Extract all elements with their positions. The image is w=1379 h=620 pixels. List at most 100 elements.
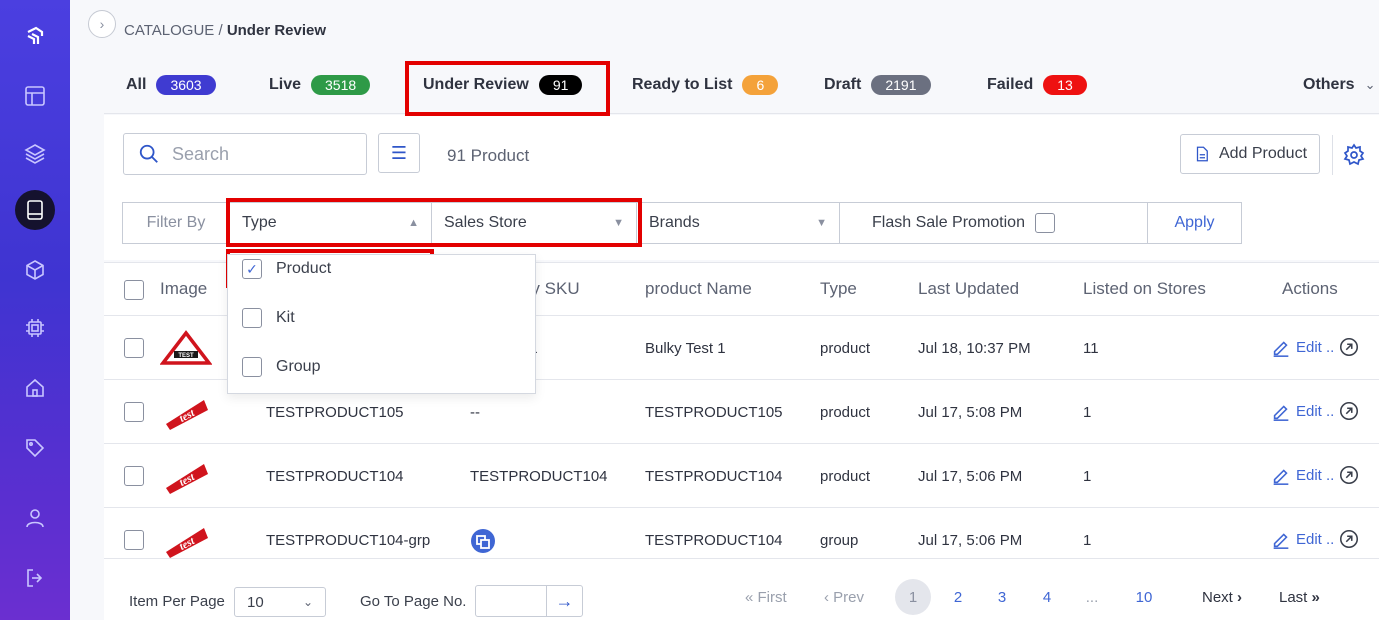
edit-label: Edit .. xyxy=(1296,338,1335,356)
open-external-icon[interactable] xyxy=(1338,464,1360,486)
table-row[interactable]: test TESTPRODUCT104 TESTPRODUCT104 TESTP… xyxy=(104,444,1379,508)
sidebar xyxy=(0,0,70,620)
pencil-icon xyxy=(1273,469,1289,485)
filter-button[interactable]: ☰ xyxy=(378,133,420,173)
first-page-button[interactable]: « First xyxy=(745,589,787,606)
go-to-page-input[interactable]: → xyxy=(475,585,583,617)
items-per-page-label: Item Per Page xyxy=(129,593,225,610)
add-product-button[interactable]: Add Product xyxy=(1180,134,1320,174)
tab-label: Draft xyxy=(824,76,862,93)
apply-button[interactable]: Apply xyxy=(1147,202,1242,244)
product-thumbnail[interactable]: test xyxy=(160,522,212,558)
filter-by-label: Filter By xyxy=(122,202,230,244)
checkbox[interactable] xyxy=(242,308,262,328)
row-checkbox[interactable] xyxy=(124,530,144,550)
page-number[interactable]: 4 xyxy=(1029,579,1065,615)
flash-sale-label: Flash Sale Promotion xyxy=(872,214,1025,231)
logout-icon[interactable] xyxy=(15,558,55,598)
type-dropdown-menu: ✓ Product Kit Group xyxy=(227,254,536,394)
items-per-page-value: 10 xyxy=(247,593,264,611)
last-page-button[interactable]: Last » xyxy=(1279,589,1320,606)
product-thumbnail[interactable]: TEST xyxy=(160,330,212,366)
edit-label: Edit .. xyxy=(1296,530,1335,548)
prev-page-button[interactable]: ‹ Prev xyxy=(824,589,864,606)
tab-under-review[interactable]: Under Review 91 xyxy=(423,72,583,98)
open-external-icon[interactable] xyxy=(1338,528,1360,550)
row-checkbox[interactable] xyxy=(124,466,144,486)
type-option-kit[interactable]: Kit xyxy=(242,308,295,328)
type-option-product[interactable]: ✓ Product xyxy=(242,259,331,279)
open-external-icon[interactable] xyxy=(1338,336,1360,358)
tab-ready-to-list[interactable]: Ready to List 6 xyxy=(632,72,779,98)
user-icon[interactable] xyxy=(15,498,55,538)
search-icon xyxy=(139,144,158,163)
tab-all[interactable]: All 3603 xyxy=(126,72,216,98)
chevron-down-icon: ⌄ xyxy=(1364,77,1376,92)
tab-count-badge: 2191 xyxy=(871,75,931,95)
page-number-active[interactable]: 1 xyxy=(895,579,931,615)
row-checkbox[interactable] xyxy=(124,402,144,422)
flash-sale-checkbox[interactable] xyxy=(1034,213,1055,233)
tab-live[interactable]: Live 3518 xyxy=(269,72,371,98)
breadcrumb-current: Under Review xyxy=(226,22,327,39)
logo-icon[interactable] xyxy=(15,16,55,56)
caret-down-icon: ▼ xyxy=(816,217,827,229)
svg-text:TEST: TEST xyxy=(178,353,194,359)
box-icon[interactable] xyxy=(15,250,55,290)
checkbox[interactable] xyxy=(242,357,262,377)
breadcrumb: CATALOGUE / Under Review xyxy=(124,22,326,39)
column-header-last-updated[interactable]: Last Updated xyxy=(918,279,1019,299)
next-label: Next xyxy=(1202,589,1233,606)
search-input[interactable] xyxy=(172,143,352,165)
breadcrumb-root[interactable]: CATALOGUE xyxy=(124,22,214,39)
flash-sale-filter[interactable]: Flash Sale Promotion xyxy=(839,202,1148,244)
column-header-image[interactable]: Image xyxy=(160,279,207,299)
open-external-icon[interactable] xyxy=(1338,400,1360,422)
inventory-sku-cell: -- xyxy=(470,404,480,421)
page-number[interactable]: 10 xyxy=(1126,579,1162,615)
product-name-cell: TESTPRODUCT104 xyxy=(645,532,783,549)
column-header-product-name[interactable]: product Name xyxy=(645,279,752,299)
edit-link[interactable]: Edit .. xyxy=(1270,400,1360,422)
go-arrow-icon[interactable]: → xyxy=(546,586,582,616)
page-number[interactable]: 3 xyxy=(984,579,1020,615)
sales-store-filter-select[interactable]: Sales Store ▼ xyxy=(431,202,637,244)
tab-failed[interactable]: Failed 13 xyxy=(987,72,1087,98)
items-per-page-select[interactable]: 10 ⌄ xyxy=(234,587,326,617)
row-checkbox[interactable] xyxy=(124,338,144,358)
next-page-button[interactable]: Next › xyxy=(1202,589,1242,606)
select-all-checkbox[interactable] xyxy=(124,280,144,300)
checkbox-checked[interactable]: ✓ xyxy=(242,259,262,279)
tag-icon[interactable] xyxy=(15,428,55,468)
type-filter-select[interactable]: Type ▲ xyxy=(229,202,432,244)
table-row[interactable]: test TESTPRODUCT104-grp TESTPRODUCT104 g… xyxy=(104,508,1379,558)
option-label: Kit xyxy=(276,309,295,326)
edit-link[interactable]: Edit .. xyxy=(1270,464,1360,486)
pencil-icon xyxy=(1273,405,1289,421)
tab-label: Under Review xyxy=(423,76,529,93)
page-number[interactable]: 2 xyxy=(940,579,976,615)
brands-filter-select[interactable]: Brands ▼ xyxy=(636,202,840,244)
edit-link[interactable]: Edit .. xyxy=(1270,528,1360,550)
product-thumbnail[interactable]: test xyxy=(160,458,212,494)
column-header-listed-on-stores[interactable]: Listed on Stores xyxy=(1083,279,1206,299)
add-product-label: Add Product xyxy=(1218,145,1308,162)
last-updated-cell: Jul 17, 5:08 PM xyxy=(918,404,1023,421)
layers-icon[interactable] xyxy=(15,134,55,174)
catalogue-icon[interactable] xyxy=(15,190,55,230)
column-header-type[interactable]: Type xyxy=(820,279,857,299)
tab-count-badge: 91 xyxy=(538,75,583,95)
group-icon xyxy=(471,529,495,553)
dashboard-icon[interactable] xyxy=(15,76,55,116)
brands-label: Brands xyxy=(649,214,700,231)
edit-link[interactable]: Edit .. xyxy=(1270,336,1360,358)
product-thumbnail[interactable]: test xyxy=(160,394,212,430)
type-option-group[interactable]: Group xyxy=(242,357,320,377)
chip-icon[interactable] xyxy=(15,308,55,348)
go-to-page-label: Go To Page No. xyxy=(360,593,467,610)
tab-draft[interactable]: Draft 2191 xyxy=(824,72,931,98)
gear-icon[interactable] xyxy=(1342,143,1366,167)
tab-others[interactable]: Others ⌄ xyxy=(1303,72,1375,98)
first-label: First xyxy=(757,589,787,606)
home-icon[interactable] xyxy=(15,368,55,408)
